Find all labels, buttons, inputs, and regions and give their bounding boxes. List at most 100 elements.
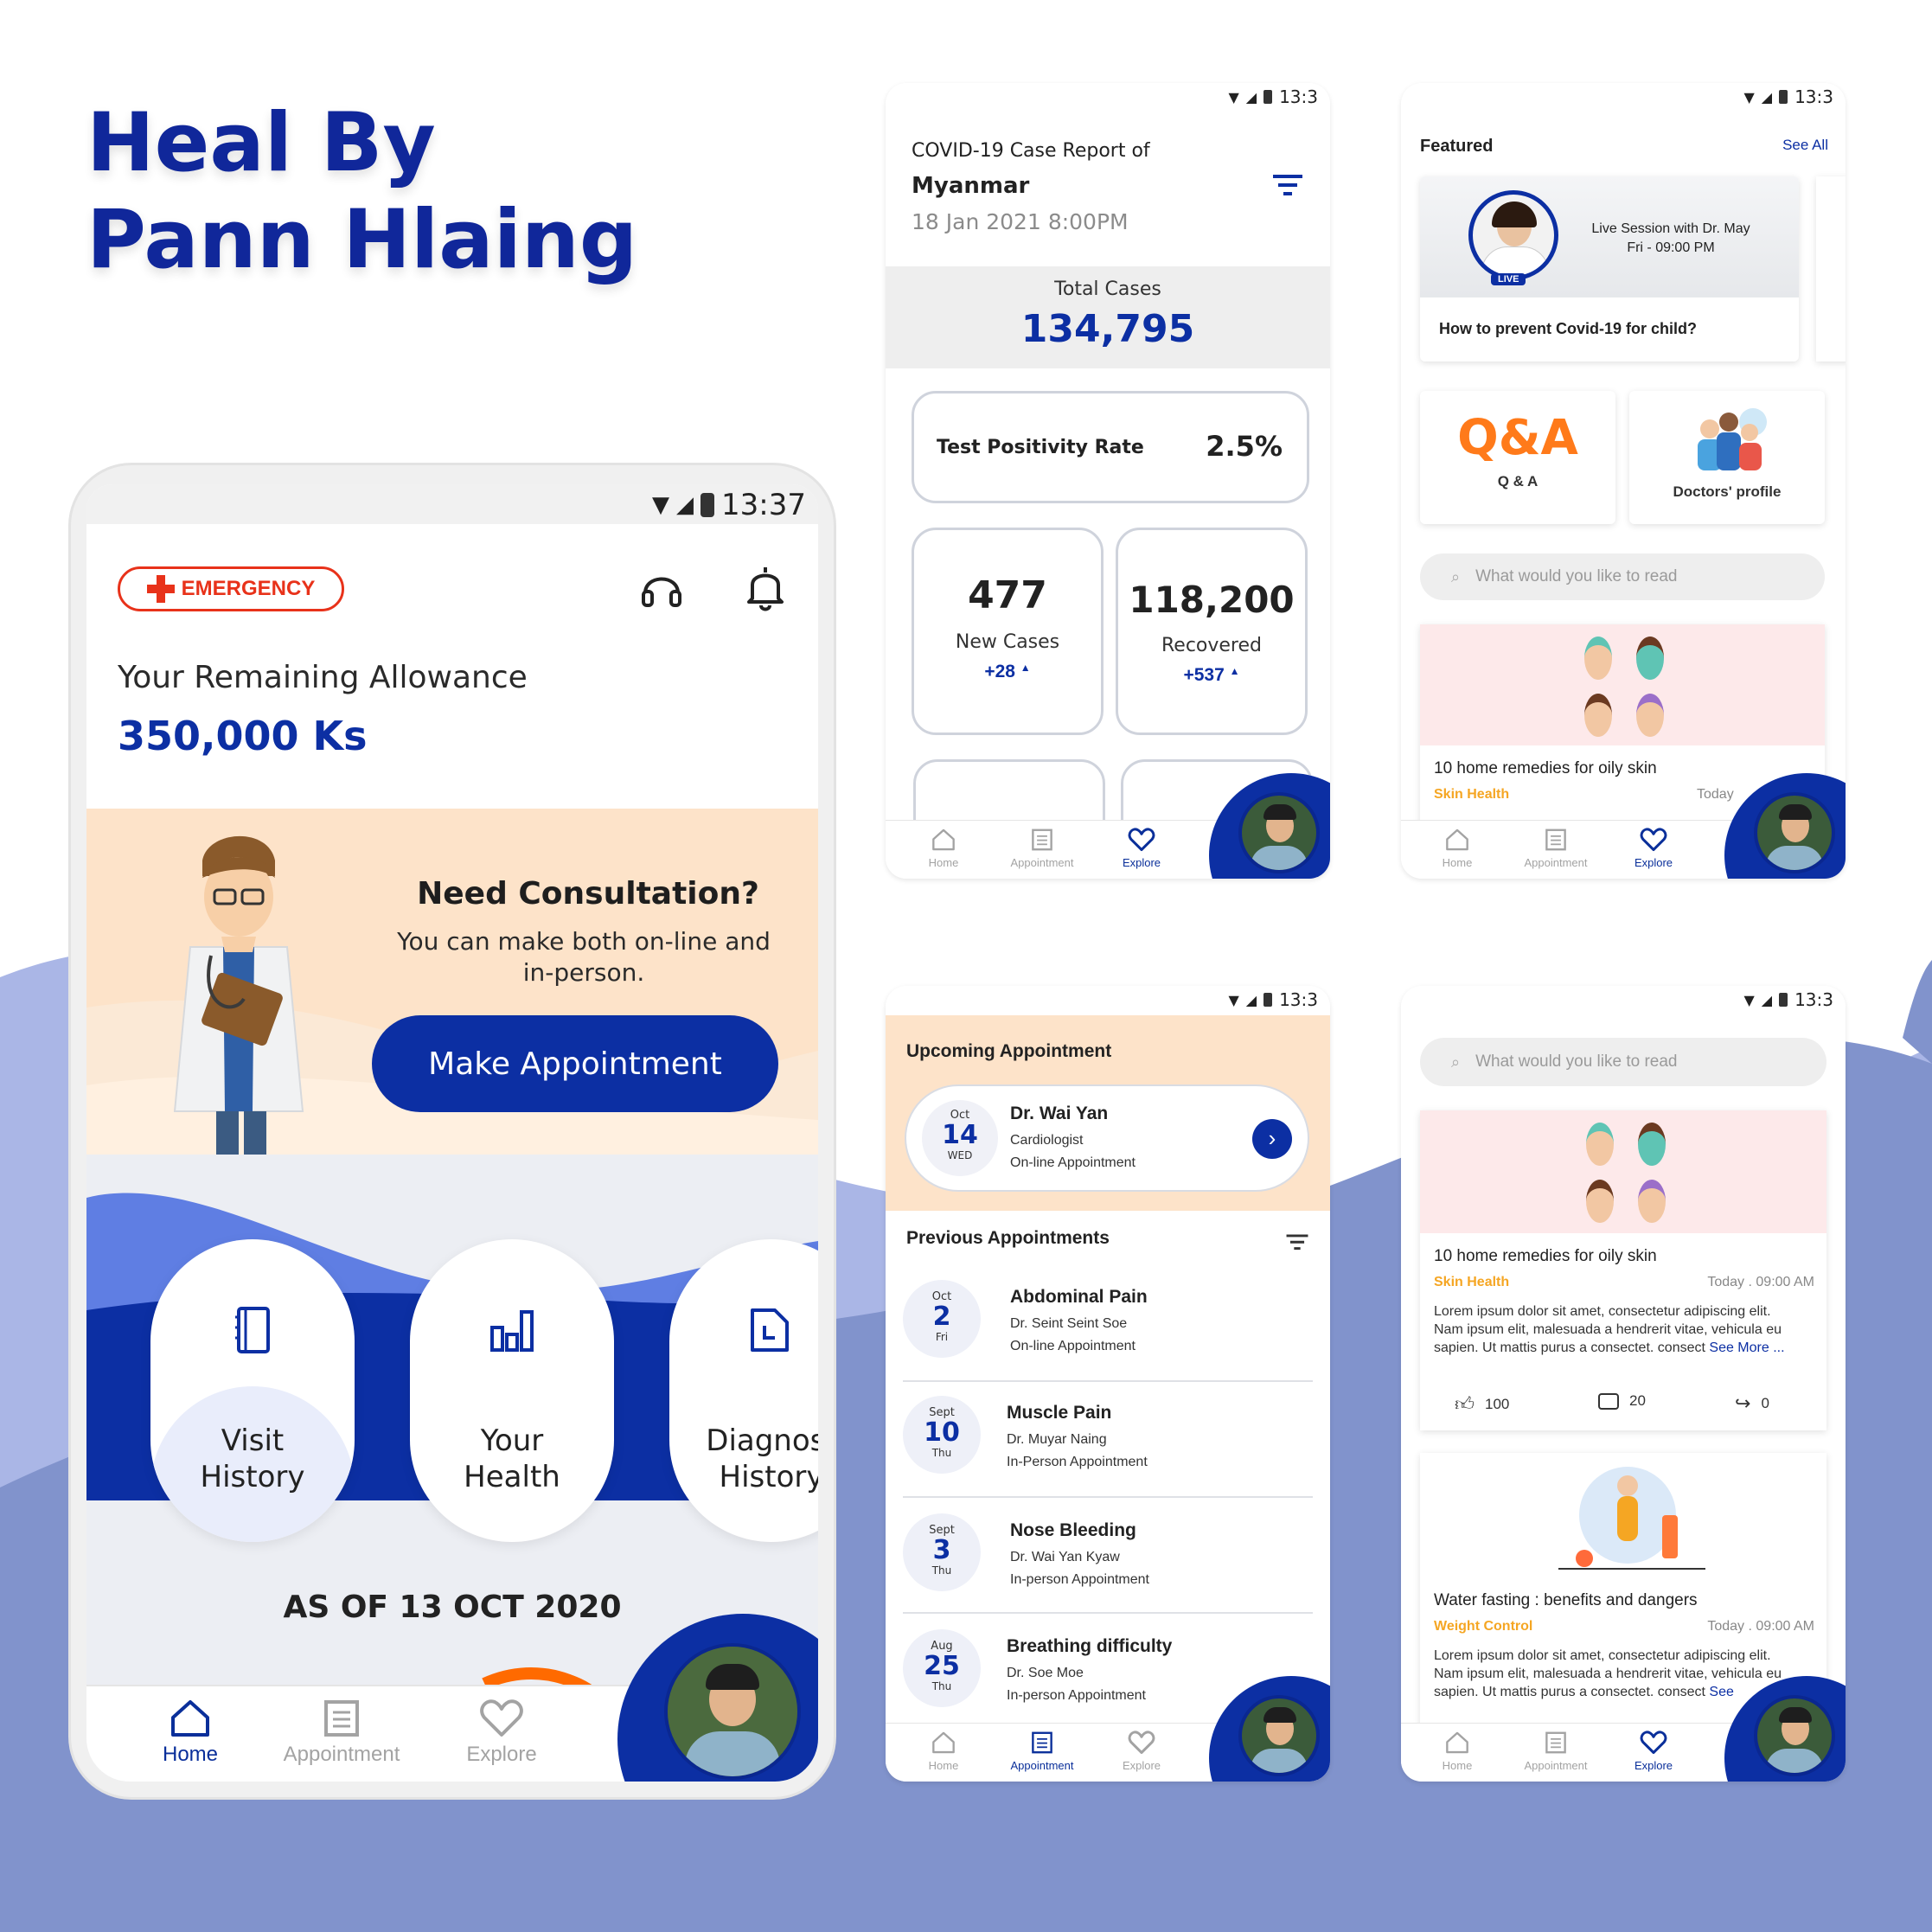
like-count: 100 [1485, 1395, 1510, 1412]
emergency-button[interactable]: EMERGENCY [118, 566, 344, 611]
positivity-label: Test Positivity Rate [937, 437, 1144, 458]
nav-home[interactable]: Home [913, 828, 974, 869]
status-time: 13:3 [1794, 989, 1833, 1010]
upcoming-type: On-line Appointment [1010, 1155, 1136, 1170]
chevron-right-icon[interactable]: › [1252, 1119, 1292, 1159]
see-more-link[interactable]: See More ... [1709, 1340, 1784, 1355]
heart-icon [1128, 828, 1155, 852]
nav-explore[interactable]: Explore [450, 1698, 553, 1767]
profile-avatar[interactable] [1238, 792, 1320, 873]
nav-appointment[interactable]: Appointment [995, 1730, 1090, 1772]
qa-card[interactable]: Q&A Q & A [1420, 391, 1615, 524]
make-appointment-button-main[interactable]: Make Appointment [372, 1015, 778, 1112]
notebook-icon [235, 1307, 270, 1353]
appointment-row[interactable]: Oct 2 Fri Abdominal Pain Dr. Seint Seint… [903, 1268, 1313, 1382]
share-count: 0 [1761, 1395, 1769, 1411]
profile-avatar[interactable] [1754, 1695, 1835, 1776]
like-button[interactable]: 👍︎ 100 [1455, 1392, 1509, 1416]
document-icon [751, 1308, 789, 1352]
nav-home-label: Home [928, 1759, 959, 1772]
upcoming-card[interactable]: Oct 14 WED Dr. Wai Yan Cardiologist On-l… [905, 1084, 1309, 1192]
report-title: COVID-19 Case Report of [912, 140, 1150, 162]
appointment-doctor: Dr. Wai Yan Kyaw [1010, 1550, 1120, 1564]
battery-icon [1263, 993, 1273, 1007]
positivity-card: Test Positivity Rate 2.5% [912, 391, 1309, 503]
upcoming-section: Upcoming Appointment Oct 14 WED Dr. Wai … [886, 1015, 1330, 1211]
appointment-row[interactable]: Sept 3 Thu Nose Bleeding Dr. Wai Yan Kya… [903, 1501, 1313, 1615]
article-excerpt-line3: sapien. Ut mattis purus a consectet. con… [1434, 1685, 1705, 1699]
comment-icon [1598, 1392, 1619, 1410]
featured-card[interactable]: LIVE Live Session with Dr. May Fri - 09:… [1420, 176, 1799, 361]
see-more-link[interactable]: See [1709, 1685, 1733, 1699]
report-date: 18 Jan 2021 8:00PM [912, 209, 1129, 234]
nav-home[interactable]: Home [1427, 1730, 1487, 1772]
article-title: Water fasting : benefits and dangers [1434, 1591, 1698, 1609]
signal-icon: ◢ [1761, 991, 1773, 1008]
profile-avatar[interactable] [664, 1643, 801, 1780]
battery-icon [1779, 90, 1788, 104]
profile-avatar[interactable] [1238, 1695, 1320, 1776]
search-placeholder: What would you like to read [1475, 567, 1678, 585]
new-cases-card: 477 New Cases +28 ▲ [912, 528, 1104, 735]
bell-icon[interactable] [745, 564, 785, 612]
status-time: 13:3 [1279, 86, 1318, 107]
article-excerpt-line2: Nam ipsum elit, malesuada a hendrerit vi… [1434, 1322, 1782, 1337]
up-arrow-icon: ▲ [1020, 662, 1031, 674]
allowance-label: Your Remaining Allowance [118, 660, 528, 695]
profile-avatar[interactable] [1754, 792, 1835, 873]
article-card[interactable]: 10 home remedies for oily skin Skin Heal… [1420, 1110, 1826, 1430]
appointment-day: 3 [932, 1535, 951, 1565]
nav-explore[interactable]: Explore [1619, 1730, 1688, 1772]
nav-appointment[interactable]: Appointment [1508, 828, 1603, 869]
search-field[interactable]: ⌕ What would you like to read [1420, 553, 1825, 600]
list-icon [324, 1700, 359, 1737]
nav-explore[interactable]: Explore [1107, 828, 1176, 869]
app-title: Heal By Pann Hlaing [86, 95, 637, 289]
new-cases-delta: +28 [984, 662, 1015, 681]
nav-appointment[interactable]: Appointment [268, 1698, 415, 1767]
see-all-link[interactable]: See All [1782, 137, 1828, 154]
diagnostic-history-line1: Diagnost [706, 1423, 818, 1458]
appointment-date: Aug 25 Thu [903, 1629, 981, 1707]
filter-icon[interactable] [1271, 173, 1304, 199]
appointment-date: Sept 3 Thu [903, 1513, 981, 1591]
list-icon [1032, 828, 1052, 851]
filter-icon[interactable] [1285, 1233, 1309, 1252]
diagnostic-history-card[interactable]: Diagnost History [669, 1239, 818, 1542]
nav-appointment[interactable]: Appointment [995, 828, 1090, 869]
appointment-doctor: Dr. Soe Moe [1007, 1666, 1084, 1680]
nav-appointment[interactable]: Appointment [1508, 1730, 1603, 1772]
nav-home[interactable]: Home [1427, 828, 1487, 869]
appointment-row[interactable]: Sept 10 Thu Muscle Pain Dr. Muyar Naing … [903, 1384, 1313, 1498]
wifi-icon: ▼ [1743, 991, 1755, 1008]
appointment-title: Abdominal Pain [1010, 1287, 1148, 1307]
articles-phone-screen: ▼ ◢ 13:3 ⌕ What would you like to read 1… [1401, 986, 1846, 1782]
appointment-day: 10 [924, 1417, 960, 1448]
nav-explore[interactable]: Explore [1107, 1730, 1176, 1772]
comment-button[interactable]: 20 [1598, 1392, 1646, 1410]
status-time: 13:3 [1794, 86, 1833, 107]
thumbs-up-icon: 👍︎ [1455, 1393, 1475, 1415]
nav-home[interactable]: Home [138, 1698, 242, 1767]
search-field[interactable]: ⌕ What would you like to read [1420, 1038, 1826, 1086]
battery-icon [701, 493, 715, 517]
article-title: 10 home remedies for oily skin [1434, 1247, 1657, 1265]
nav-home[interactable]: Home [913, 1730, 974, 1772]
article-time: Today . 09:00 AM [1707, 1619, 1814, 1634]
live-session-title: Live Session with Dr. May [1591, 221, 1750, 236]
recovered-label: Recovered [1161, 635, 1262, 656]
nav-explore[interactable]: Explore [1619, 828, 1688, 869]
consult-title: Need Consultation? [417, 876, 759, 912]
appointment-weekday: Thu [931, 1447, 952, 1459]
doctor-photo [1468, 190, 1558, 280]
appointment-doctor: Dr. Seint Seint Soe [1010, 1316, 1128, 1331]
upcoming-doctor: Dr. Wai Yan [1010, 1104, 1109, 1123]
share-button[interactable]: ↪ 0 [1735, 1392, 1769, 1415]
doctors-profile-card[interactable]: Doctors' profile [1629, 391, 1825, 524]
nav-appointment-label: Appointment [283, 1743, 400, 1766]
article-excerpt-line1: Lorem ipsum dolor sit amet, consectetur … [1434, 1304, 1771, 1319]
headset-icon[interactable] [640, 567, 683, 612]
your-health-card[interactable]: Your Health [410, 1239, 614, 1542]
visit-history-card[interactable]: Visit History [150, 1239, 355, 1542]
new-cases-value: 477 [968, 573, 1047, 617]
